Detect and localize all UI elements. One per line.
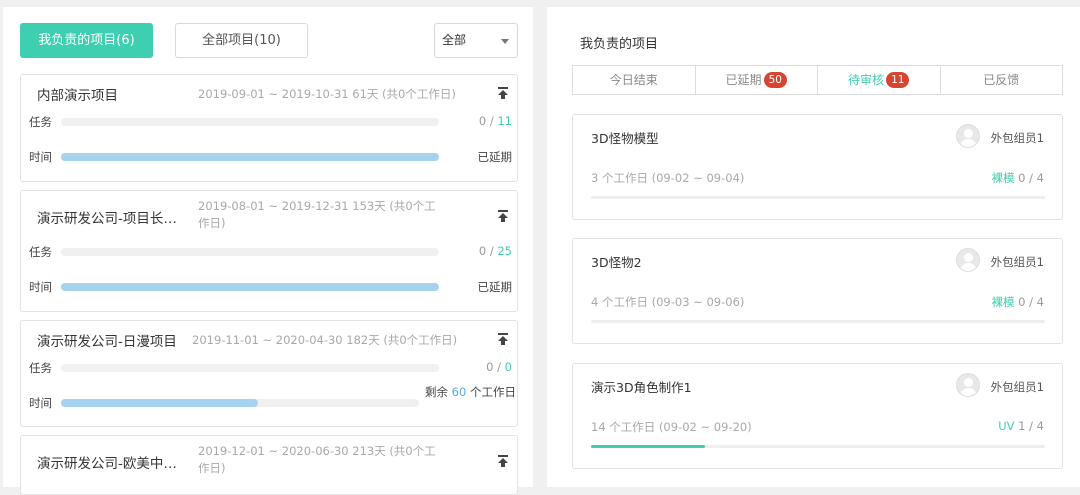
project-title[interactable]: 演示研发公司-欧美中…: [37, 452, 177, 472]
task-stage-progress: 裸模 0 / 4: [991, 295, 1044, 309]
tab-my-projects[interactable]: 我负责的项目(6): [20, 23, 153, 58]
task-card[interactable]: 3D怪物模型 外包组员1 3 个工作日 (09-02 ~ 09-04) 裸模 0…: [572, 114, 1063, 220]
project-dates: 2019-12-01 ~ 2020-06-30 213天 (共0个工作日): [198, 444, 436, 475]
task-stage-progress: 裸模 0 / 4: [991, 171, 1044, 185]
time-progress-bar: [61, 153, 439, 161]
task-label: 任务: [29, 245, 52, 259]
task-stage-progress: UV 1 / 4: [998, 419, 1044, 433]
tab-ending-today[interactable]: 今日结束: [573, 66, 696, 94]
project-card[interactable]: 演示研发公司-欧美中… 2019-12-01 ~ 2020-06-30 213天…: [20, 435, 518, 495]
task-schedule: 14 个工作日 (09-02 ~ 09-20): [591, 420, 752, 434]
project-dates: 2019-09-01 ~ 2019-10-31 61天 (共0个工作日): [198, 87, 456, 101]
task-progress-bar: [61, 248, 439, 256]
project-title[interactable]: 演示研发公司-日漫项目: [37, 330, 177, 350]
task-card[interactable]: 3D怪物2 外包组员1 4 个工作日 (09-03 ~ 09-06) 裸模 0 …: [572, 238, 1063, 344]
task-count: 0 / 11: [478, 114, 512, 128]
task-progress-bar: [61, 364, 439, 372]
task-count: 0 / 25: [478, 244, 512, 258]
assignee-name: 外包组员1: [990, 380, 1044, 394]
project-title[interactable]: 演示研发公司-项目长…: [37, 207, 177, 227]
caret-down-icon: [501, 39, 509, 44]
task-count: 0 / 0: [486, 360, 512, 374]
pin-top-icon[interactable]: [498, 210, 508, 222]
time-label: 时间: [29, 280, 52, 294]
task-review-panel: 我负责的项目 今日结束 已延期 50 待审核 11 已反馈 3D怪物模型 外包组员1…: [547, 7, 1080, 487]
avatar: [956, 373, 980, 397]
time-progress-bar: [61, 283, 439, 291]
pending-count-badge: 11: [886, 72, 910, 88]
task-name[interactable]: 3D怪物模型: [591, 128, 659, 147]
task-progress-bar: [591, 445, 1045, 448]
assignee-name: 外包组员1: [990, 255, 1044, 269]
panel-title: 我负责的项目: [580, 37, 659, 52]
task-progress-bar: [591, 320, 1045, 323]
project-title[interactable]: 内部演示项目: [37, 84, 118, 104]
pin-top-icon[interactable]: [498, 455, 508, 467]
task-name[interactable]: 演示3D角色制作1: [591, 377, 692, 396]
tab-delayed[interactable]: 已延期 50: [696, 66, 818, 94]
time-status: 已延期: [477, 150, 513, 164]
tab-all-projects[interactable]: 全部项目(10): [175, 23, 308, 58]
pin-top-icon[interactable]: [498, 87, 508, 99]
project-card[interactable]: 演示研发公司-项目长… 2019-08-01 ~ 2019-12-31 153天…: [20, 190, 518, 312]
task-progress-bar: [591, 196, 1045, 199]
task-schedule: 3 个工作日 (09-02 ~ 09-04): [591, 171, 745, 185]
task-status-tabs: 今日结束 已延期 50 待审核 11 已反馈: [572, 65, 1063, 95]
task-label: 任务: [29, 361, 52, 375]
assignee-name: 外包组员1: [990, 131, 1044, 145]
task-progress-bar: [61, 118, 439, 126]
task-name[interactable]: 3D怪物2: [591, 252, 642, 271]
project-card[interactable]: 演示研发公司-日漫项目 2019-11-01 ~ 2020-04-30 182天…: [20, 320, 518, 427]
tab-feedback[interactable]: 已反馈: [941, 66, 1063, 94]
task-card[interactable]: 演示3D角色制作1 外包组员1 14 个工作日 (09-02 ~ 09-20) …: [572, 363, 1063, 469]
remaining-workdays: 剩余 60 个工作日: [425, 385, 516, 399]
time-status: 已延期: [477, 280, 513, 294]
tab-pending-review[interactable]: 待审核 11: [818, 66, 941, 94]
time-label: 时间: [29, 396, 52, 410]
project-dates: 2019-08-01 ~ 2019-12-31 153天 (共0个工作日): [198, 199, 436, 230]
project-dates: 2019-11-01 ~ 2020-04-30 182天 (共0个工作日): [192, 333, 458, 347]
filter-value: 全部: [442, 33, 467, 47]
delayed-count-badge: 50: [763, 72, 787, 88]
task-schedule: 4 个工作日 (09-03 ~ 09-06): [591, 295, 745, 309]
time-label: 时间: [29, 150, 52, 164]
my-projects-panel: 我负责的项目(6) 全部项目(10) 全部 内部演示项目 2019-09-01 …: [3, 7, 533, 495]
project-card[interactable]: 内部演示项目 2019-09-01 ~ 2019-10-31 61天 (共0个工…: [20, 74, 518, 182]
avatar: [956, 124, 980, 148]
task-label: 任务: [29, 115, 52, 129]
status-filter-select[interactable]: 全部: [434, 23, 518, 58]
pin-top-icon[interactable]: [498, 333, 508, 345]
avatar: [956, 248, 980, 272]
time-progress-bar: [61, 399, 419, 407]
